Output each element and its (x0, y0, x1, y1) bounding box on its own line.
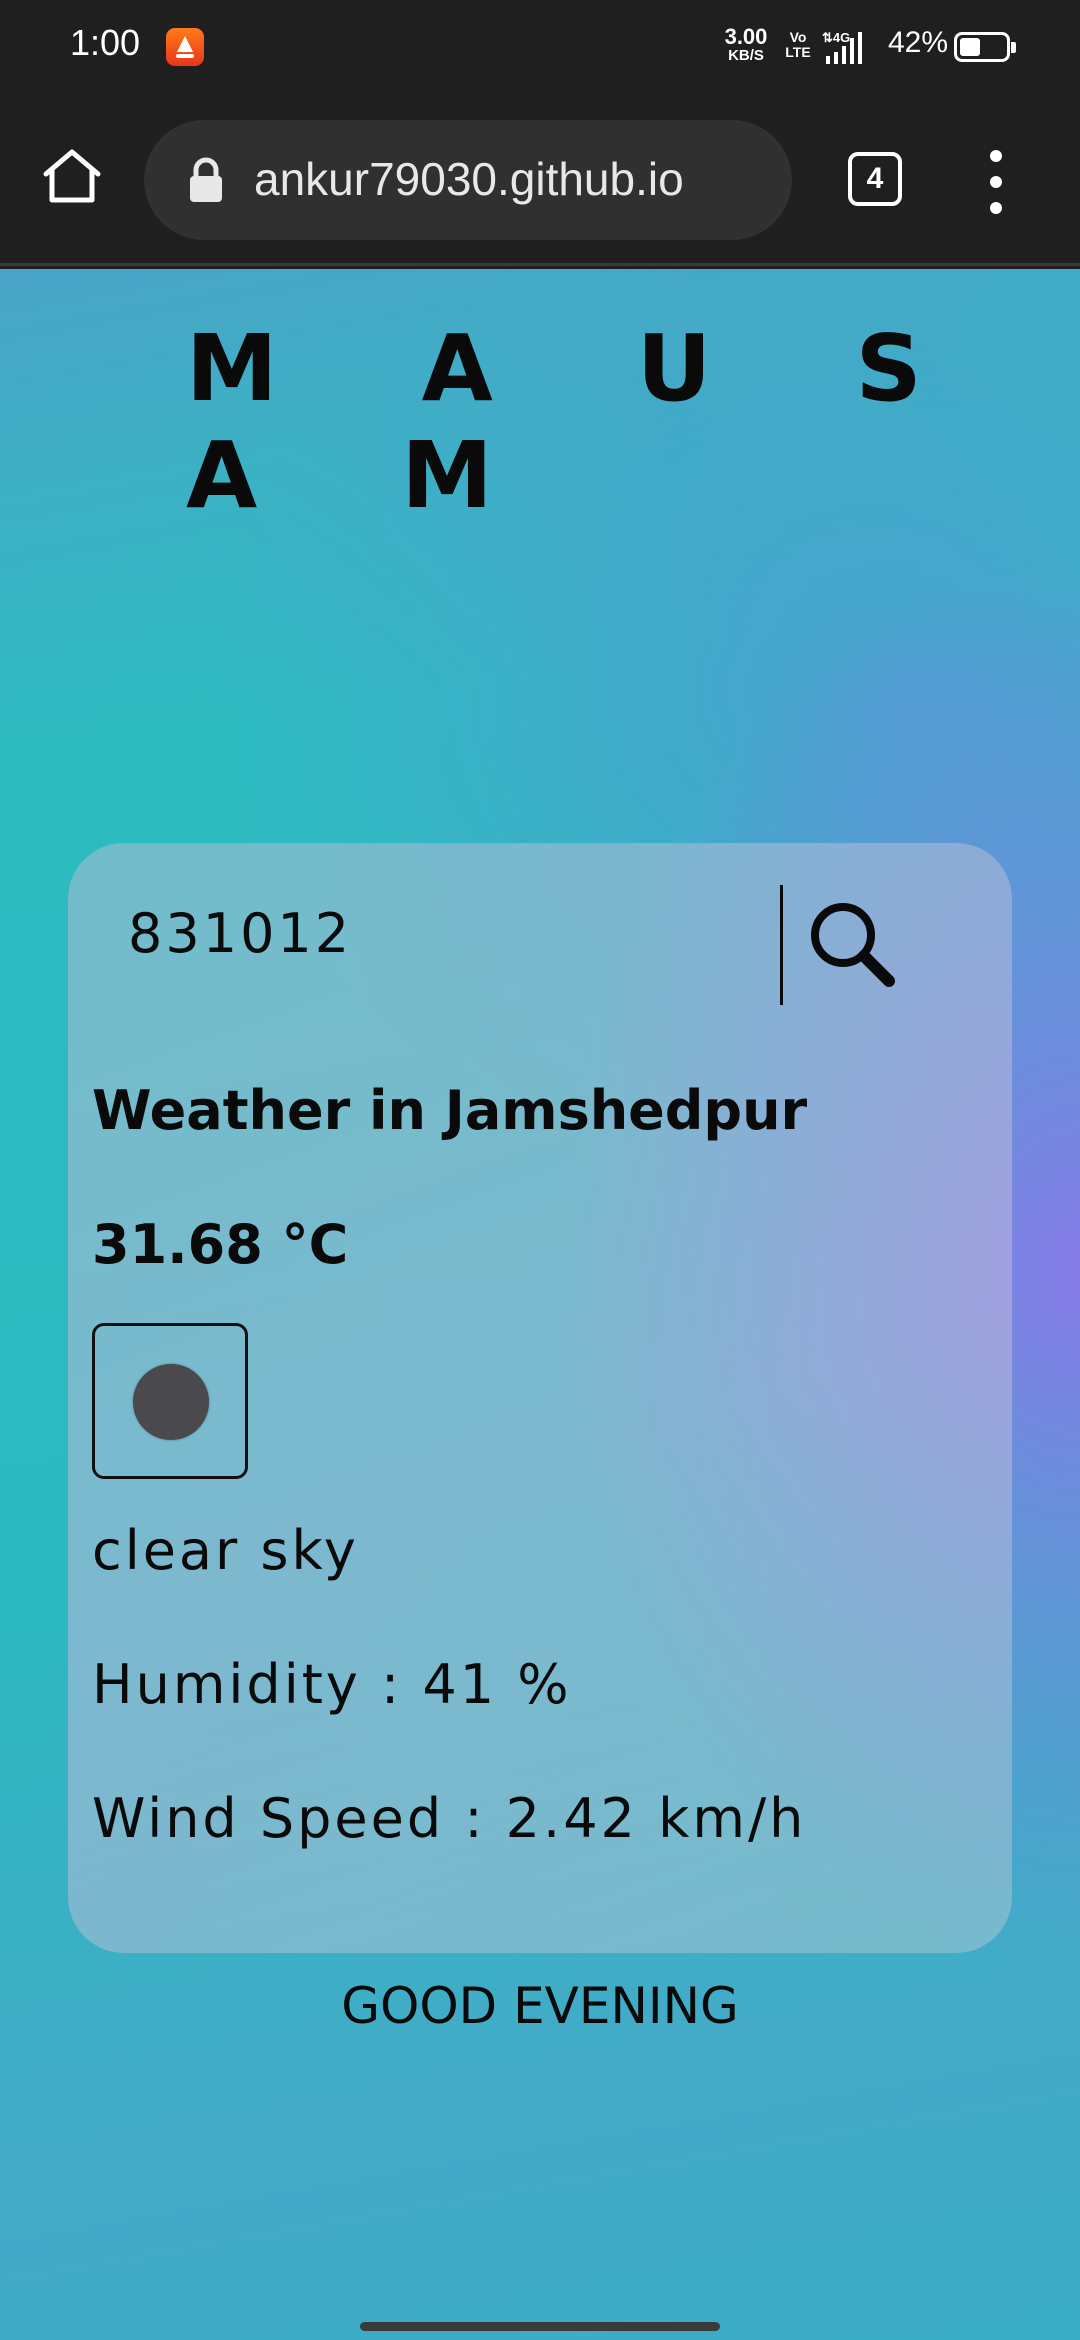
notification-app-icon (166, 28, 204, 66)
volte-indicator: Vo LTE (784, 30, 812, 59)
network-speed-value: 3.00 (724, 24, 768, 49)
volte-bottom: LTE (785, 43, 811, 60)
weather-icon (92, 1323, 248, 1479)
signal-icon: ⇅4G (822, 30, 862, 64)
search-icon (811, 903, 895, 987)
weather-card: Weather in Jamshedpur 31.68 °C clear sky… (68, 843, 1012, 1953)
status-bar: 1:00 3.00 KB/S Vo LTE ⇅4G 42% (0, 0, 1080, 96)
lock-icon (190, 157, 222, 202)
web-page: M A U S A M Weather in Jamshedpur 31.68 … (0, 269, 1080, 2340)
address-bar[interactable]: ankur79030.github.io (144, 120, 792, 240)
status-time: 1:00 (70, 22, 141, 63)
home-icon[interactable] (40, 144, 104, 208)
network-speed-unit: KB/S (728, 47, 764, 64)
humidity: Humidity : 41 % (92, 1653, 572, 1716)
browser-toolbar: ankur79030.github.io 4 (0, 96, 1080, 266)
gesture-bar[interactable] (360, 2322, 720, 2331)
volte-top: Vo (789, 29, 807, 45)
weather-location-heading: Weather in Jamshedpur (92, 1079, 808, 1142)
app-title: M A U S A M (186, 315, 978, 529)
temperature: 31.68 °C (92, 1213, 349, 1276)
tabs-button[interactable]: 4 (848, 152, 902, 206)
search-input[interactable] (108, 883, 808, 983)
battery-icon (954, 32, 1016, 62)
network-speed: 3.00 KB/S (718, 24, 774, 64)
weather-description: clear sky (92, 1519, 359, 1582)
greeting-text: GOOD EVENING (341, 1977, 739, 2035)
search-divider (780, 885, 783, 1005)
svg-text:⇅4G: ⇅4G (822, 30, 850, 45)
search-button[interactable] (798, 895, 908, 995)
url-text: ankur79030.github.io (254, 153, 684, 205)
battery-percent: 42% (888, 26, 949, 59)
more-vert-icon[interactable] (980, 150, 1012, 214)
wind-speed: Wind Speed : 2.42 km/h (92, 1787, 807, 1850)
weather-icon-image (133, 1364, 209, 1440)
